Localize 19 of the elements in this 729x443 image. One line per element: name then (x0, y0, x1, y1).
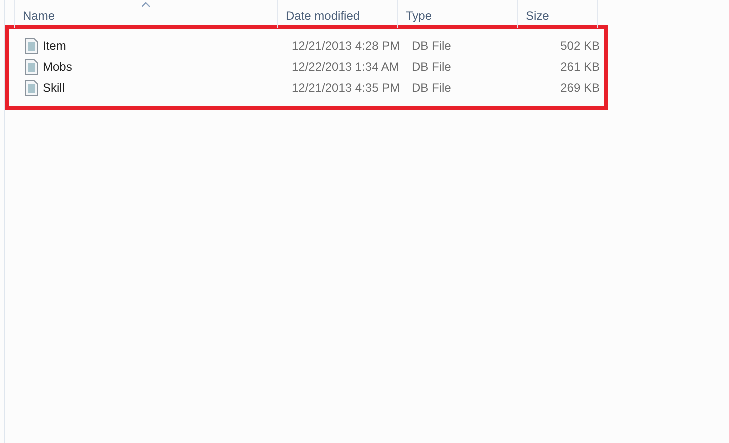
date-modified: 12/21/2013 4:35 PM (291, 80, 402, 94)
file-type: DB File (411, 60, 452, 74)
file-size: 269 KB (560, 80, 600, 94)
date-modified: 12/22/2013 1:34 AM (291, 60, 400, 74)
file-icon (25, 58, 38, 74)
column-header[interactable]: Size (518, 0, 598, 28)
file-size: 502 KB (560, 38, 600, 52)
file-name[interactable]: Mobs (43, 60, 72, 74)
column-header[interactable]: Name (15, 0, 278, 28)
date-modified: 12/21/2013 4:28 PM (291, 38, 402, 52)
file-size: 261 KB (560, 60, 600, 74)
column-header[interactable]: Date modified (278, 0, 398, 28)
file-name[interactable]: Skill (43, 80, 66, 94)
file-icon (25, 38, 38, 54)
file-type: DB File (411, 80, 452, 94)
file-name[interactable]: Item (43, 38, 66, 52)
column-header[interactable]: Type (398, 0, 518, 28)
file-type: DB File (411, 38, 452, 52)
file-icon (25, 80, 38, 96)
